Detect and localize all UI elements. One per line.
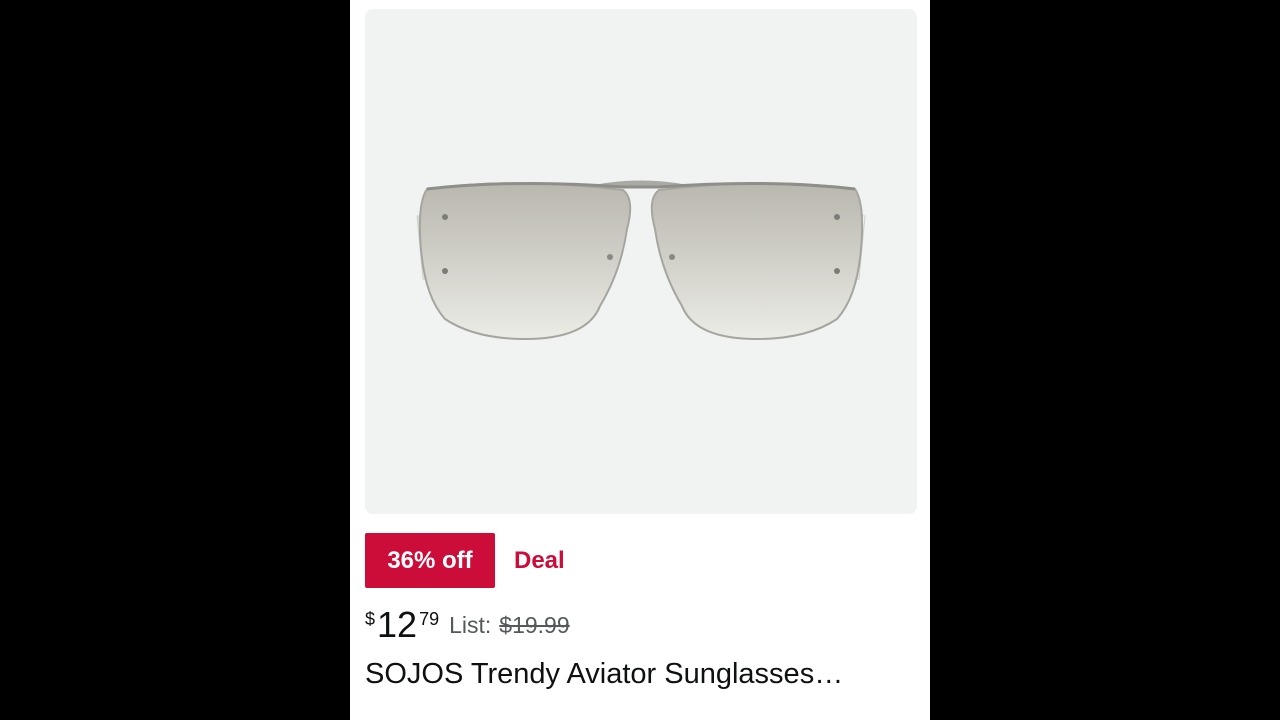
product-image[interactable] [365,9,917,514]
deal-badge-row: 36% off Deal [365,533,565,588]
price-whole: 12 [377,604,418,645]
list-price-label: List: [449,612,492,638]
price-fraction: 79 [419,609,440,629]
sunglasses-image [416,180,866,341]
price: $ 12 79 List: $19.99 [365,603,570,647]
product-card[interactable]: 36% off Deal $ 12 79 List: $19.99 SOJOS … [350,0,930,720]
list-price-value: $19.99 [499,612,570,638]
discount-badge: 36% off [365,533,495,588]
price-currency-symbol: $ [365,609,376,629]
deal-label: Deal [514,546,565,574]
screen: 36% off Deal $ 12 79 List: $19.99 SOJOS … [0,0,1280,720]
product-title-link[interactable]: SOJOS Trendy Aviator Sunglasses… [365,655,905,693]
